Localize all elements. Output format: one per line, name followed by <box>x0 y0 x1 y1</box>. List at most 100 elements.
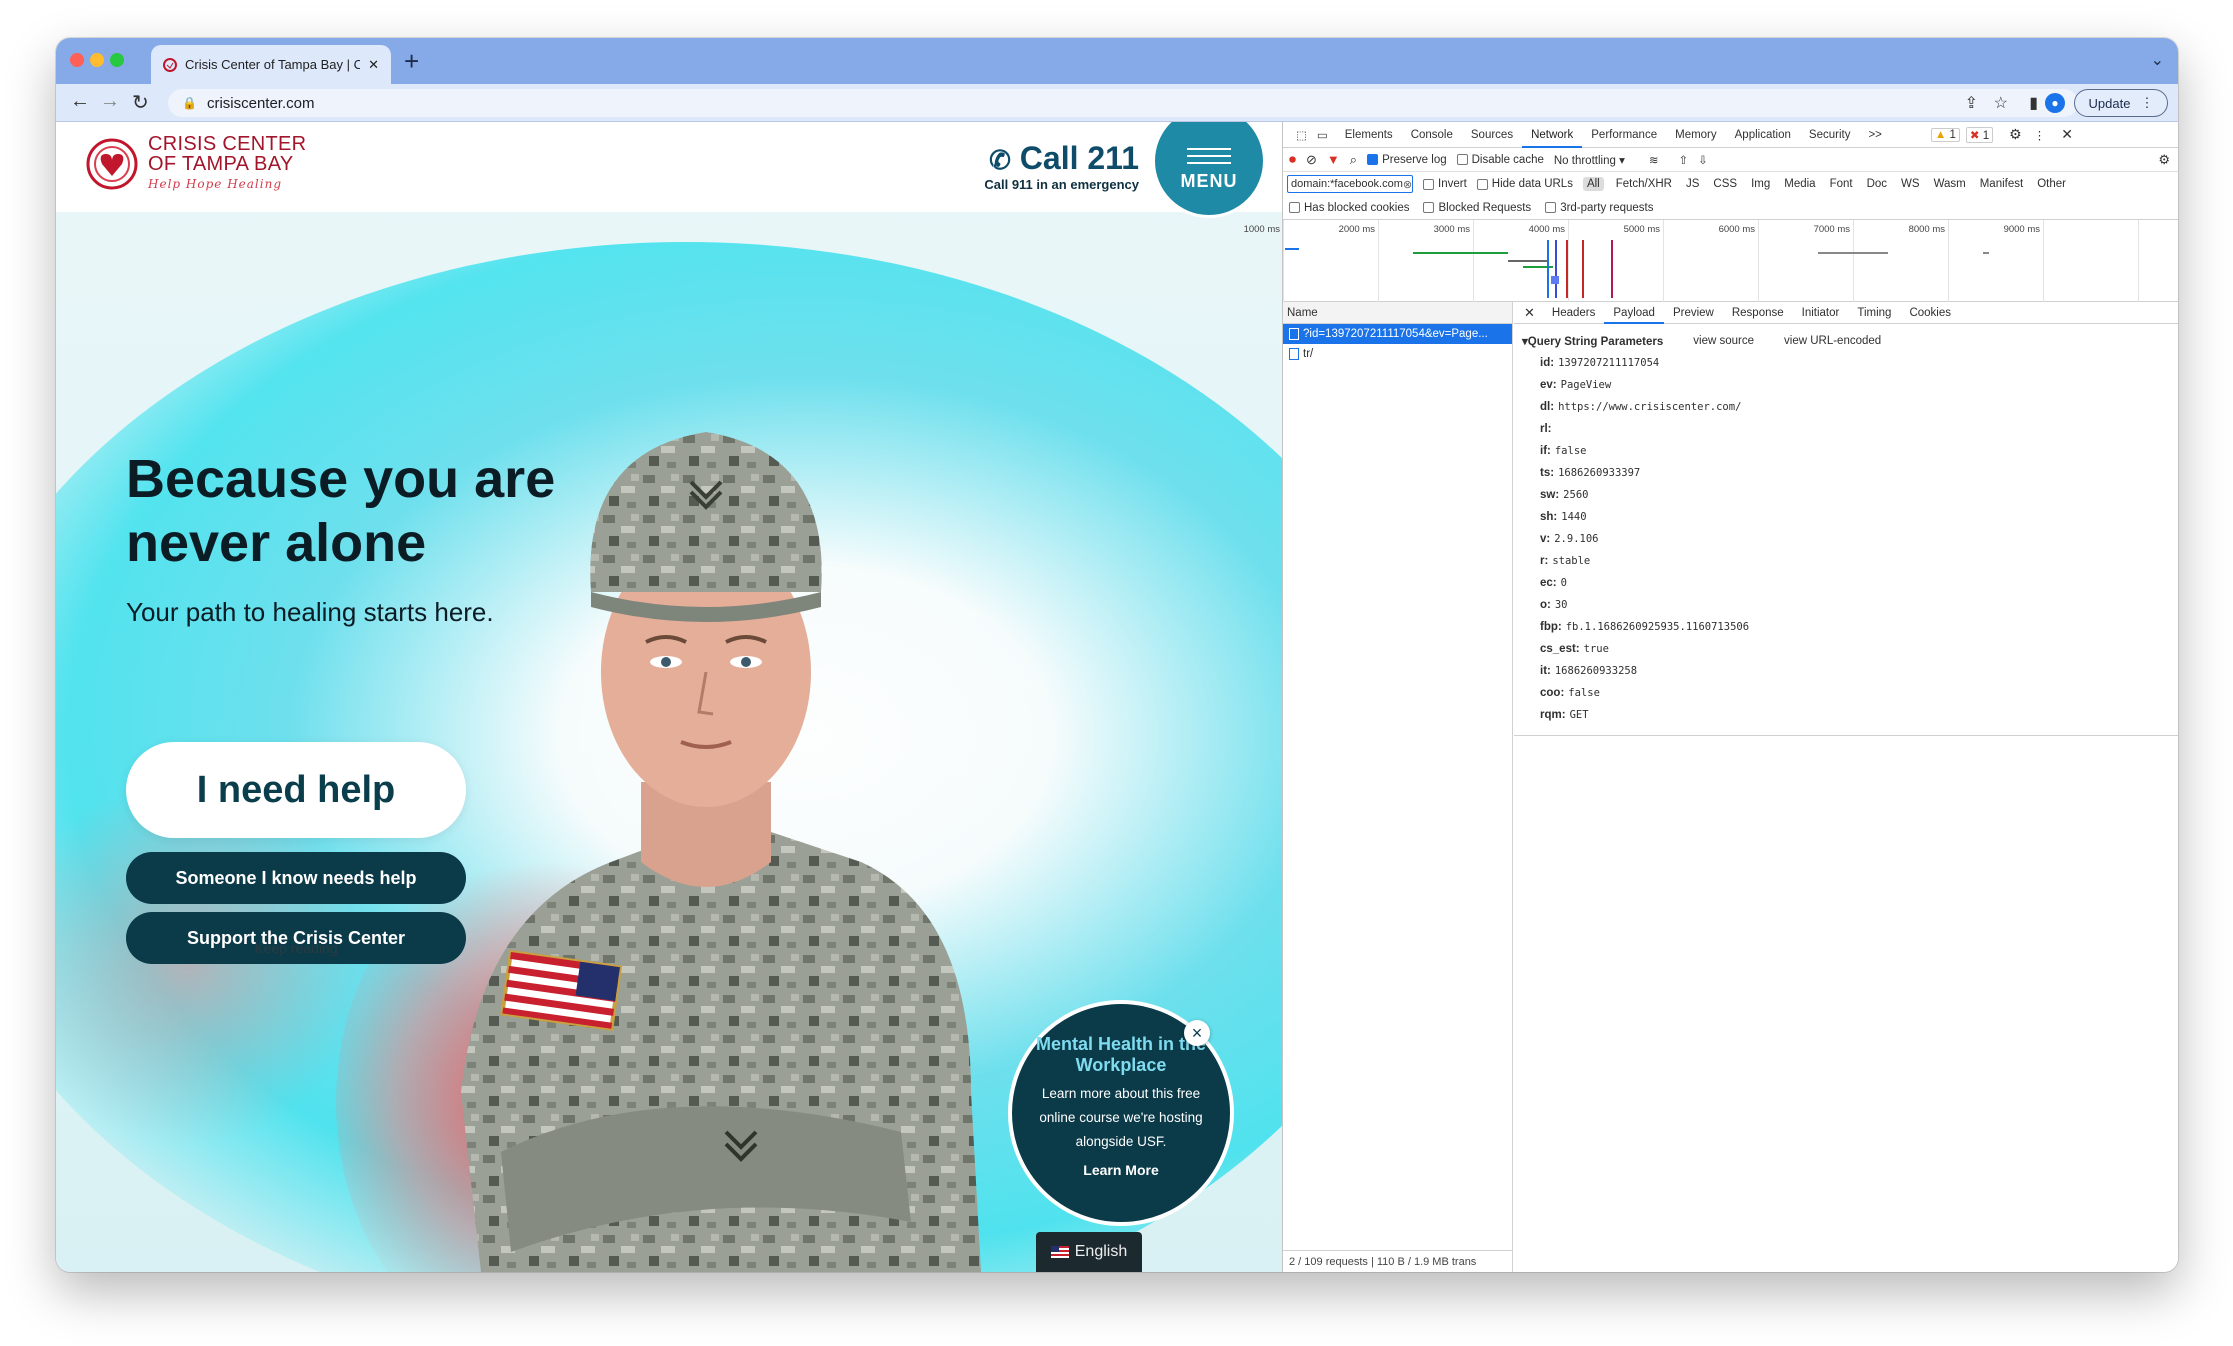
detail-tab-preview[interactable]: Preview <box>1664 302 1723 324</box>
kebab-menu-icon: ⋮ <box>2140 95 2154 110</box>
promo-close-icon[interactable]: × <box>1184 1020 1210 1046</box>
tab-sources[interactable]: Sources <box>1462 122 1522 148</box>
support-crisis-center-button[interactable]: Support the Crisis Center <box>126 912 466 964</box>
filter-value: domain:*facebook.com <box>1291 178 1403 190</box>
site-logo[interactable]: CRISIS CENTER OF TAMPA BAY Help Hope Hea… <box>84 134 306 194</box>
language-label: English <box>1074 1243 1128 1260</box>
tab-application[interactable]: Application <box>1726 122 1800 148</box>
request-row[interactable]: tr/ <box>1283 344 1512 364</box>
wifi-icon[interactable]: ≋ <box>1649 153 1659 167</box>
network-settings-icon[interactable]: ⚙ <box>2158 152 2170 168</box>
invert-checkbox[interactable]: Invert <box>1423 178 1467 190</box>
clear-icon[interactable]: ⊘ <box>1306 152 1317 168</box>
view-source-link[interactable]: view source <box>1693 335 1754 347</box>
type-all[interactable]: All <box>1582 177 1604 191</box>
promo-learn-more-link[interactable]: Learn More <box>1026 1162 1216 1178</box>
hide-data-urls-checkbox[interactable]: Hide data URLs <box>1476 178 1573 190</box>
param-key: cs_est: <box>1540 643 1580 655</box>
browser-tab[interactable]: Crisis Center of Tampa Bay | Cr ✕ <box>151 45 391 84</box>
side-panel-icon[interactable]: ▮ <box>2029 93 2038 113</box>
detail-tab-response[interactable]: Response <box>1723 302 1793 324</box>
tab-elements[interactable]: Elements <box>1336 122 1402 148</box>
param-value: fb.1.1686260925935.1160713506 <box>1565 621 1750 633</box>
tab-memory[interactable]: Memory <box>1666 122 1726 148</box>
keep-reading-link[interactable]: Keep reading <box>126 940 466 956</box>
bookmark-star-icon[interactable]: ☆ <box>1994 93 2008 113</box>
type-doc[interactable]: Doc <box>1865 178 1889 190</box>
type-font[interactable]: Font <box>1828 178 1855 190</box>
detail-tab-cookies[interactable]: Cookies <box>1900 302 1960 324</box>
tab-security[interactable]: Security <box>1800 122 1860 148</box>
detail-tab-headers[interactable]: Headers <box>1543 302 1604 324</box>
devtools-close-icon[interactable]: ✕ <box>2061 126 2073 143</box>
tab-performance[interactable]: Performance <box>1582 122 1666 148</box>
back-icon[interactable]: ← <box>70 90 90 113</box>
detail-tab-initiator[interactable]: Initiator <box>1793 302 1849 324</box>
type-fetch-xhr[interactable]: Fetch/XHR <box>1614 178 1674 190</box>
filter-icon[interactable]: ▼ <box>1327 152 1340 167</box>
type-js[interactable]: JS <box>1684 178 1701 190</box>
throttling-select[interactable]: No throttling ▾ <box>1554 153 1625 167</box>
zoom-window-button[interactable] <box>110 53 124 67</box>
query-string-toggle[interactable]: ▾Query String Parameters <box>1522 334 1663 348</box>
close-tab-icon[interactable]: ✕ <box>368 57 379 73</box>
language-selector[interactable]: English <box>1036 1232 1142 1272</box>
close-detail-icon[interactable]: ✕ <box>1524 305 1535 321</box>
type-ws[interactable]: WS <box>1899 178 1922 190</box>
blocked-requests-checkbox[interactable]: Blocked Requests <box>1423 202 1531 214</box>
device-toolbar-icon[interactable]: ▭ <box>1312 128 1336 142</box>
param-list: id: 1397207211117054 ev: PageView dl: https:/… <box>1522 352 2178 726</box>
network-timeline[interactable]: 1000 ms 2000 ms 3000 ms 4000 ms 5000 ms … <box>1244 220 2178 302</box>
update-button[interactable]: Update ⋮ <box>2074 89 2168 117</box>
query-string-section: ▾Query String Parameters view source vie… <box>1514 324 2178 726</box>
devtools-kebab-icon[interactable]: ⋮ <box>2034 128 2046 142</box>
type-img[interactable]: Img <box>1749 178 1772 190</box>
query-param-row: it: 1686260933258 <box>1522 660 2178 682</box>
has-blocked-cookies-checkbox[interactable]: Has blocked cookies <box>1289 202 1409 214</box>
inspect-element-icon[interactable]: ⬚ <box>1291 128 1312 142</box>
warning-badge[interactable]: ▲ 1 <box>1930 127 1960 142</box>
filter-input[interactable]: domain:*facebook.com ⊗ <box>1287 175 1413 193</box>
address-bar[interactable]: 🔒 crisiscenter.com <box>168 89 2078 117</box>
new-tab-button[interactable]: + <box>404 46 419 77</box>
type-media[interactable]: Media <box>1782 178 1817 190</box>
type-other[interactable]: Other <box>2035 178 2068 190</box>
close-window-button[interactable] <box>70 53 84 67</box>
param-value: 30 <box>1554 599 1568 611</box>
error-badge[interactable]: ✖ 1 <box>1965 126 1994 143</box>
preserve-log-checkbox[interactable]: Preserve log <box>1367 154 1447 166</box>
type-css[interactable]: CSS <box>1711 178 1739 190</box>
export-har-icon[interactable]: ⇩ <box>1698 153 1708 167</box>
search-icon[interactable]: ⌕ <box>1350 152 1357 168</box>
reload-icon[interactable]: ↻ <box>132 90 149 115</box>
detail-tab-payload[interactable]: Payload <box>1604 302 1664 324</box>
settings-gear-icon[interactable]: ⚙ <box>2009 126 2022 143</box>
forward-icon[interactable]: → <box>100 90 120 113</box>
third-party-checkbox[interactable]: 3rd-party requests <box>1545 201 1654 214</box>
disable-cache-checkbox[interactable]: Disable cache <box>1456 154 1544 166</box>
detail-tab-timing[interactable]: Timing <box>1848 302 1900 324</box>
someone-needs-help-button[interactable]: Someone I know needs help <box>126 852 466 904</box>
more-tabs-icon[interactable]: >> <box>1859 122 1890 148</box>
name-column-header[interactable]: Name <box>1283 302 1512 324</box>
record-icon[interactable]: ⏺ <box>1289 151 1296 168</box>
param-key: id: <box>1540 357 1555 369</box>
query-param-row: dl: https://www.crisiscenter.com/ <box>1522 396 2178 418</box>
minimize-window-button[interactable] <box>90 53 104 67</box>
request-row[interactable]: ?id=1397207211117054&ev=Page... <box>1283 324 1512 344</box>
view-url-encoded-link[interactable]: view URL-encoded <box>1784 335 1881 347</box>
share-icon[interactable]: ⇪ <box>1965 93 1978 113</box>
call-211-link[interactable]: ✆ Call 211 Call 911 in an emergency <box>984 140 1139 192</box>
i-need-help-button[interactable]: I need help <box>126 742 466 838</box>
tab-console[interactable]: Console <box>1402 122 1462 148</box>
tab-search-icon[interactable]: ⌄ <box>2151 50 2164 70</box>
third-party-label: 3rd-party requests <box>1560 201 1654 214</box>
import-har-icon[interactable]: ⇧ <box>1679 153 1689 167</box>
clear-filter-icon[interactable]: ⊗ <box>1403 178 1412 191</box>
type-manifest[interactable]: Manifest <box>1978 178 2025 190</box>
profile-avatar-icon[interactable]: ● <box>2045 93 2065 113</box>
type-wasm[interactable]: Wasm <box>1932 178 1968 190</box>
chevron-down-icon: ▾ <box>1619 154 1625 167</box>
has-blocked-cookies-label: Has blocked cookies <box>1304 201 1410 214</box>
tab-network[interactable]: Network <box>1522 122 1583 148</box>
